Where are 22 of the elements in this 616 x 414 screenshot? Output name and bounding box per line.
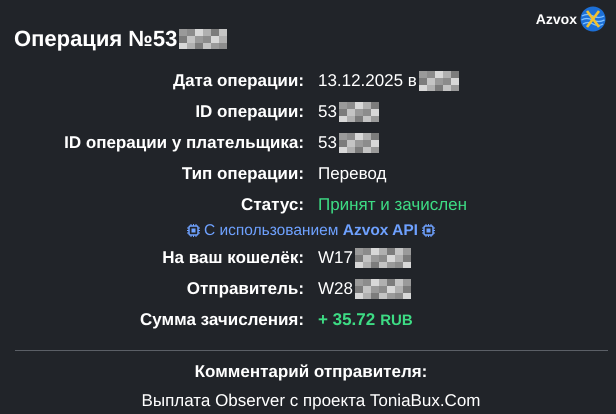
field-value: 53 [318, 132, 337, 154]
field-label: Сумма зачисления: [139, 309, 304, 331]
field-label: ID операции у плательщика: [63, 132, 304, 154]
api-note: С использованием Azvox API [204, 221, 418, 241]
field-label: Статус: [240, 194, 304, 216]
field-label: Отправитель: [186, 278, 304, 300]
field-value: Перевод [318, 163, 386, 185]
field-label: ID операции: [194, 101, 304, 123]
brand-name: Azvox [536, 10, 577, 28]
comment-text: Выплата Observer с проекта ToniaBux.Com [140, 390, 482, 412]
status-value: Принят и зачислен [318, 194, 467, 216]
amount-value: + 35.72 RUB [318, 309, 413, 331]
logo-icon [580, 6, 606, 32]
field-label: Дата операции: [172, 70, 304, 92]
field-label: Тип операции: [180, 163, 304, 185]
field-value: 53 [318, 101, 337, 123]
field-label: На ваш кошелёк: [161, 247, 304, 269]
field-value: W28 [318, 278, 353, 300]
comment-title: Комментарий отправителя: [194, 361, 428, 383]
field-value: W17 [318, 247, 353, 269]
page-title: Операция №53 [14, 25, 178, 53]
field-value: 13.12.2025 в [318, 70, 417, 92]
